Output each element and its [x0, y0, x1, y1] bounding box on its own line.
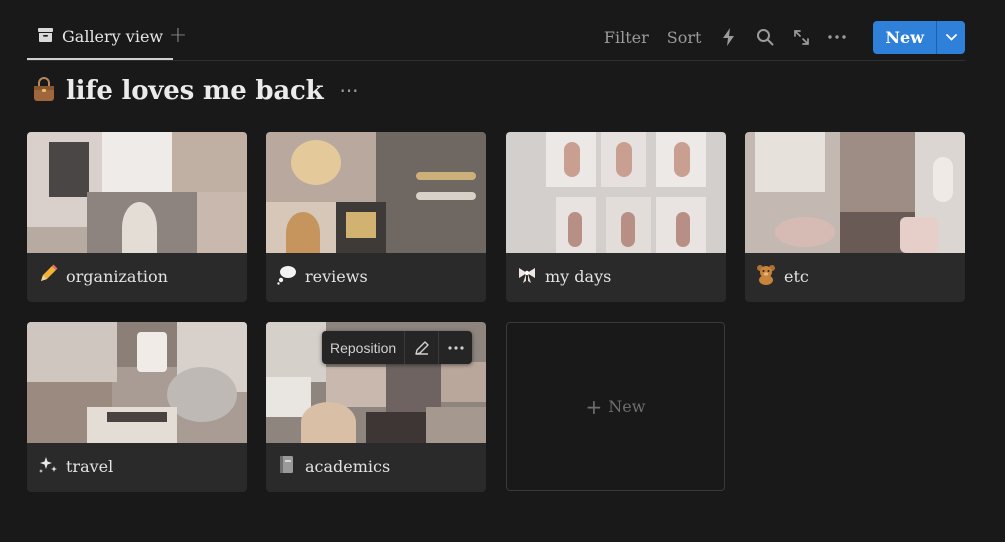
toolbar-actions: Filter Sort New — [604, 20, 965, 54]
card-title: travel — [66, 456, 114, 476]
page-more-button[interactable]: ··· — [339, 79, 358, 103]
cover-controls: Reposition — [322, 331, 473, 364]
search-icon[interactable] — [755, 27, 775, 47]
new-card-label: New — [608, 397, 646, 416]
handbag-icon — [30, 75, 66, 107]
pencil-icon — [37, 263, 59, 289]
card-caption: travel — [37, 453, 113, 479]
card-title: reviews — [305, 266, 368, 286]
card-cover-image — [27, 132, 247, 253]
card-cover-image — [266, 132, 486, 253]
tab-gallery-view[interactable]: Gallery view — [27, 14, 174, 60]
sort-button[interactable]: Sort — [667, 28, 702, 47]
card-caption: reviews — [276, 263, 368, 289]
chevron-down-icon[interactable] — [936, 20, 965, 54]
database-toolbar: Gallery view + Filter Sort New — [27, 14, 965, 61]
card-cover-image — [27, 322, 247, 443]
archive-icon — [37, 26, 54, 47]
card-caption: academics — [276, 453, 390, 479]
card-title: my days — [545, 266, 612, 286]
plus-icon: + — [585, 394, 603, 419]
gallery-card-etc[interactable]: etc — [745, 132, 965, 302]
add-view-button[interactable]: + — [167, 25, 189, 47]
new-button-group: New — [873, 20, 965, 54]
card-caption: etc — [755, 263, 809, 289]
book-icon — [276, 453, 298, 479]
card-title: academics — [305, 456, 391, 476]
page-title[interactable]: life loves me back — [66, 76, 324, 106]
reposition-button[interactable]: Reposition — [322, 331, 406, 364]
more-icon — [448, 345, 464, 350]
page-title-row: life loves me back ··· — [30, 74, 359, 108]
gallery-card-reviews[interactable]: reviews — [266, 132, 486, 302]
card-title: etc — [784, 266, 809, 286]
more-icon[interactable] — [827, 27, 847, 47]
expand-icon[interactable] — [791, 27, 811, 47]
new-gallery-card-button[interactable]: + New — [506, 322, 725, 491]
thought-bubble-icon — [276, 263, 298, 289]
gallery-card-my-days[interactable]: my days — [506, 132, 726, 302]
gallery-card-organization[interactable]: organization — [27, 132, 247, 302]
edit-cover-button[interactable] — [405, 331, 440, 364]
card-caption: my days — [516, 263, 611, 289]
gallery-card-travel[interactable]: travel — [27, 322, 247, 492]
lightning-icon[interactable] — [719, 27, 739, 47]
pencil-edit-icon — [414, 340, 429, 355]
filter-button[interactable]: Filter — [604, 28, 649, 47]
card-caption: organization — [37, 263, 168, 289]
card-cover-image — [506, 132, 726, 253]
new-button[interactable]: New — [873, 21, 936, 54]
sparkles-icon — [37, 453, 59, 479]
bow-icon — [516, 263, 538, 289]
card-title: organization — [66, 266, 168, 286]
cover-more-button[interactable] — [439, 331, 472, 364]
teddy-bear-icon — [755, 263, 777, 289]
card-cover-image — [745, 132, 965, 253]
tab-label: Gallery view — [62, 26, 164, 46]
